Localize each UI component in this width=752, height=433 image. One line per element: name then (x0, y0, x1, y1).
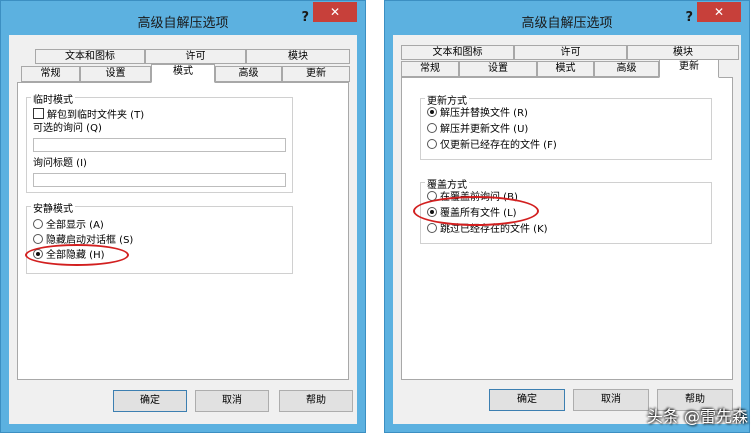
tab-mode[interactable]: 模式 (537, 61, 594, 77)
dialog-update: 高级自解压选项 ? ✕ 文本和图标 许可 模块 常规 设置 模式 高级 更新 更… (384, 0, 750, 433)
tab-modules[interactable]: 模块 (627, 45, 739, 60)
update-method-group: 更新方式 解压并替换文件 (R) 解压并更新文件 (U) 仅更新已经存在的文件 … (420, 92, 712, 160)
radio-update-existing[interactable]: 仅更新已经存在的文件 (F) (427, 139, 557, 152)
help-icon[interactable]: ? (301, 10, 309, 25)
title-bar: 高级自解压选项 ? ✕ (1, 1, 365, 35)
radio-label: 解压并更新文件 (U) (440, 124, 529, 135)
highlight-ellipse (413, 196, 539, 226)
dialog-client: 文本和图标 许可 模块 常规 设置 模式 高级 更新 临时模式 解包到临时文件夹… (9, 35, 357, 424)
tab-text-icon[interactable]: 文本和图标 (401, 45, 514, 60)
close-icon[interactable]: ✕ (697, 2, 741, 22)
tab-license[interactable]: 许可 (514, 45, 627, 60)
radio-show-all[interactable]: 全部显示 (A) (33, 219, 104, 232)
temp-mode-label: 临时模式 (31, 91, 75, 106)
checkbox-label: 解包到临时文件夹 (T) (47, 110, 145, 121)
tab-general[interactable]: 常规 (21, 66, 80, 82)
tab-settings[interactable]: 设置 (80, 66, 151, 82)
radio-label: 全部显示 (A) (46, 220, 104, 231)
tab-advanced[interactable]: 高级 (215, 66, 282, 82)
radio-circle[interactable] (427, 139, 437, 149)
dialog-title: 高级自解压选项 (521, 16, 613, 31)
radio-label: 解压并替换文件 (R) (440, 108, 528, 119)
help-icon[interactable]: ? (685, 10, 693, 25)
help-button[interactable]: 帮助 (279, 390, 353, 412)
question-title-label: 询问标题 (I) (33, 158, 87, 169)
radio-circle[interactable] (427, 123, 437, 133)
overwrite-method-label: 覆盖方式 (425, 176, 469, 191)
tab-mode[interactable]: 模式 (151, 64, 215, 83)
radio-extract-update[interactable]: 解压并更新文件 (U) (427, 123, 528, 136)
dialog-client: 文本和图标 许可 模块 常规 设置 模式 高级 更新 更新方式 解压并替换文件 … (393, 35, 741, 424)
radio-extract-replace[interactable]: 解压并替换文件 (R) (427, 107, 528, 120)
radio-label: 仅更新已经存在的文件 (F) (440, 140, 557, 151)
tab-settings[interactable]: 设置 (459, 61, 537, 77)
optional-question-input[interactable] (33, 138, 286, 152)
radio-label: 跳过已经存在的文件 (K) (440, 224, 548, 235)
tab-text-icon[interactable]: 文本和图标 (35, 49, 145, 64)
checkbox-box[interactable] (33, 108, 44, 119)
radio-circle[interactable] (427, 107, 437, 117)
highlight-ellipse (25, 244, 129, 266)
tab-advanced[interactable]: 高级 (594, 61, 659, 77)
tab-update[interactable]: 更新 (282, 66, 350, 82)
silent-mode-label: 安静模式 (31, 200, 75, 215)
question-title-input[interactable] (33, 173, 286, 187)
watermark-text: 头条 @雷先森 (646, 407, 748, 426)
tab-panel-mode: 临时模式 解包到临时文件夹 (T) 可选的询问 (Q) 询问标题 (I) 安静模… (17, 82, 349, 380)
ok-button[interactable]: 确定 (113, 390, 187, 412)
dialog-title: 高级自解压选项 (137, 16, 229, 31)
temp-mode-group: 临时模式 解包到临时文件夹 (T) 可选的询问 (Q) 询问标题 (I) (26, 91, 293, 193)
radio-circle[interactable] (33, 234, 43, 244)
title-bar: 高级自解压选项 ? ✕ (385, 1, 749, 35)
radio-circle[interactable] (427, 223, 437, 233)
optional-question-label: 可选的询问 (Q) (33, 123, 102, 134)
close-icon[interactable]: ✕ (313, 2, 357, 22)
dialog-mode: 高级自解压选项 ? ✕ 文本和图标 许可 模块 常规 设置 模式 高级 更新 临… (0, 0, 366, 433)
update-method-label: 更新方式 (425, 92, 469, 107)
cancel-button[interactable]: 取消 (195, 390, 269, 412)
extract-temp-checkbox[interactable]: 解包到临时文件夹 (T) (33, 108, 144, 122)
tab-general[interactable]: 常规 (401, 61, 459, 77)
radio-circle[interactable] (33, 219, 43, 229)
cancel-button[interactable]: 取消 (573, 389, 649, 411)
tab-panel-update: 更新方式 解压并替换文件 (R) 解压并更新文件 (U) 仅更新已经存在的文件 … (401, 77, 733, 380)
tab-license[interactable]: 许可 (145, 49, 246, 64)
tab-update[interactable]: 更新 (659, 59, 719, 78)
ok-button[interactable]: 确定 (489, 389, 565, 411)
tab-modules[interactable]: 模块 (246, 49, 350, 64)
